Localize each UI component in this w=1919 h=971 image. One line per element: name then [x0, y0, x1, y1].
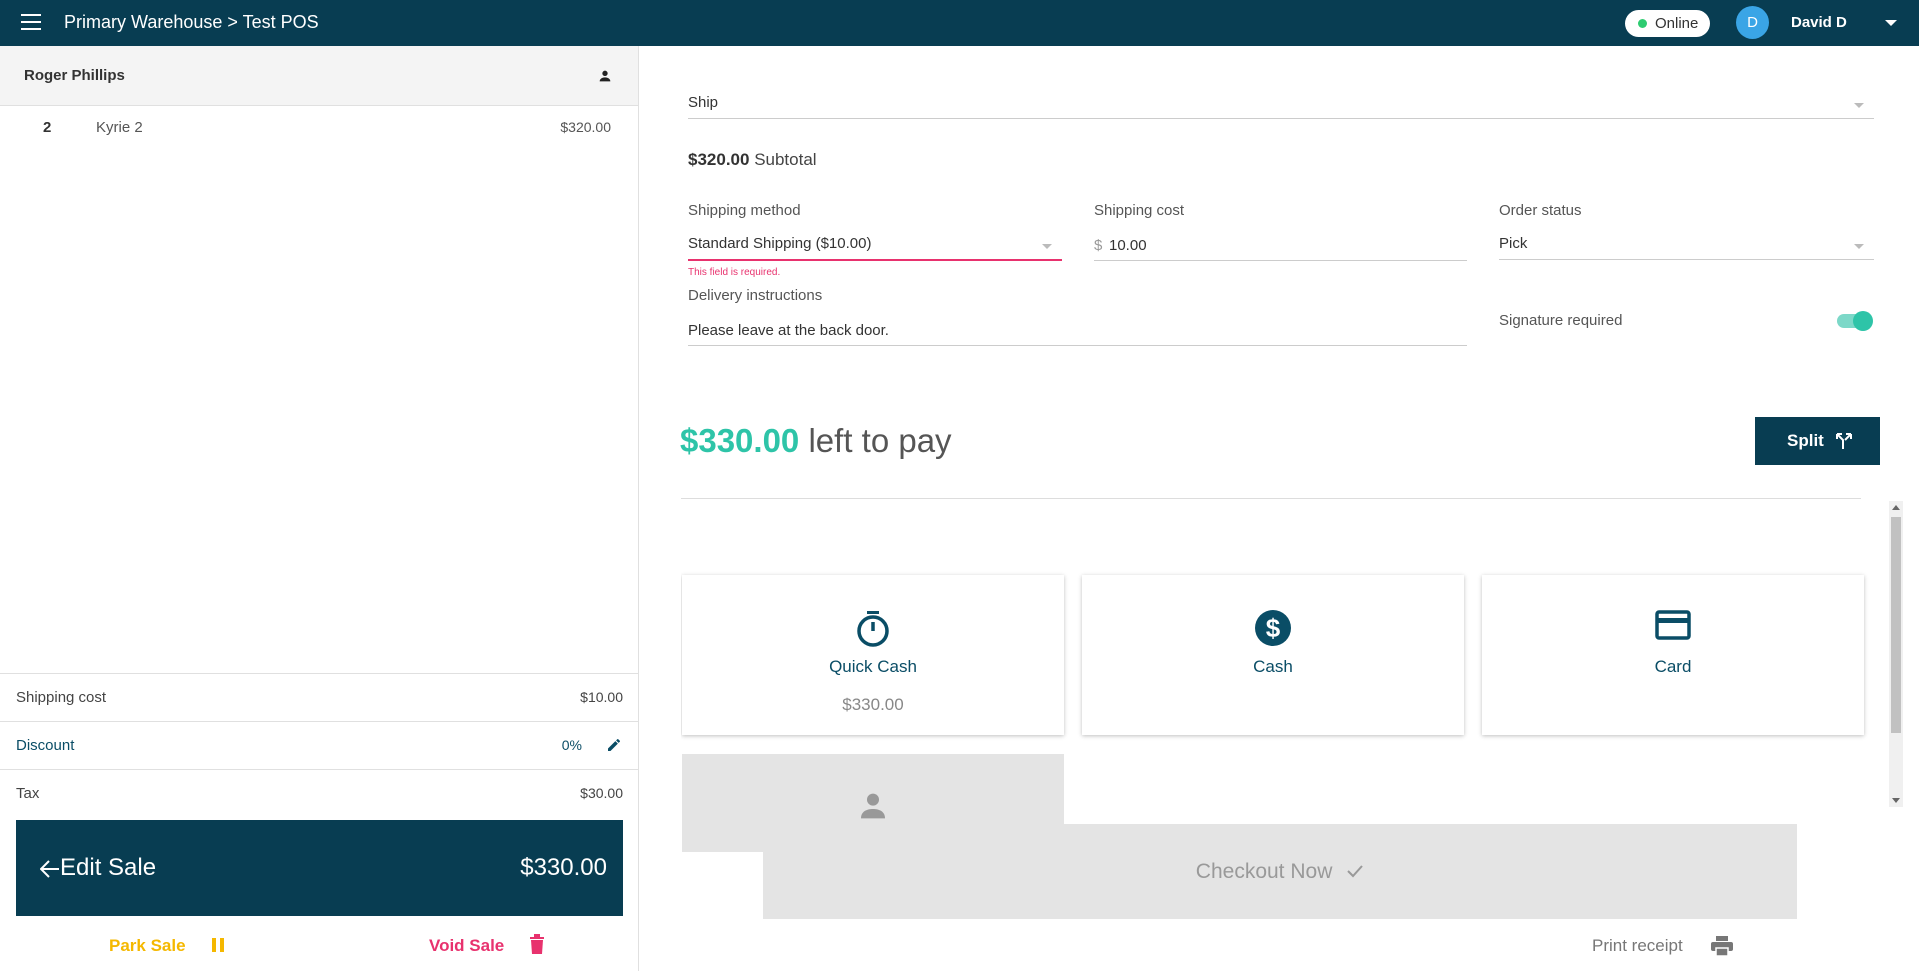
park-sale-button[interactable]: Park Sale [109, 936, 186, 956]
order-status-label: Order status [1499, 202, 1582, 219]
shipping-method-select[interactable]: Standard Shipping ($10.00) [688, 235, 871, 252]
cash-button[interactable]: $ Cash [1082, 575, 1464, 735]
subtotal-label: Subtotal [754, 150, 817, 169]
checkmark-icon [1347, 865, 1363, 878]
checkout-now-label: Checkout Now [763, 860, 1797, 884]
checkout-now-text: Checkout Now [1195, 860, 1333, 883]
hamburger-menu-icon[interactable] [21, 14, 41, 32]
split-label: Split [1787, 431, 1824, 450]
card-button[interactable]: Card [1482, 575, 1864, 735]
avatar[interactable]: D [1736, 6, 1769, 39]
delivery-instructions-label: Delivery instructions [688, 287, 823, 304]
shipping-cost-underline [1094, 260, 1467, 261]
left-to-pay: $330.00 left to pay [680, 422, 952, 460]
shipping-cost-currency: $ [1094, 237, 1103, 254]
subtotal-amount: $320.00 [688, 150, 750, 169]
item-price: $320.00 [560, 119, 611, 135]
checkout-panel: Ship $320.00 Subtotal Shipping method St… [640, 46, 1919, 971]
order-status-caret-icon[interactable] [1854, 244, 1864, 249]
printer-icon[interactable] [1711, 936, 1733, 956]
order-status-select[interactable]: Pick [1499, 235, 1527, 252]
page-title: Primary Warehouse > Test POS [64, 12, 319, 32]
discount-label: Discount [16, 737, 75, 754]
shipping-method-label: Shipping method [688, 202, 801, 219]
shipping-method-underline [688, 259, 1062, 261]
scrollbar-thumb[interactable] [1891, 517, 1901, 733]
order-status-underline [1499, 259, 1874, 260]
cart-panel: Roger Phillips 2 Kyrie 2 $320.00 Shippin… [0, 46, 639, 971]
shipping-cost-row: Shipping cost $10.00 [0, 673, 638, 721]
customer-person-icon[interactable] [597, 68, 613, 84]
shipping-cost-field-label: Shipping cost [1094, 202, 1185, 219]
scroll-up-icon[interactable] [1892, 505, 1900, 510]
shipping-cost-value: $10.00 [580, 689, 623, 705]
quick-cash-label: Quick Cash [829, 657, 917, 676]
shipping-method-error: This field is required. [688, 267, 781, 278]
quick-cash-amount: $330.00 [842, 695, 904, 714]
subtotal: $320.00 Subtotal [688, 150, 817, 170]
status-label: Online [1655, 15, 1699, 32]
left-to-pay-amount: $330.00 [680, 422, 800, 459]
edit-sale-label: Edit Sale [60, 854, 157, 881]
customer-row[interactable]: Roger Phillips [0, 46, 638, 106]
svg-text:$: $ [1266, 613, 1281, 643]
arrow-left-icon [40, 860, 59, 878]
print-receipt-button[interactable]: Print receipt [1592, 936, 1683, 956]
item-qty: 2 [43, 119, 52, 136]
list-item[interactable]: 2 Kyrie 2 $320.00 [0, 106, 638, 151]
trash-icon[interactable] [530, 934, 544, 954]
credit-card-icon [1655, 610, 1691, 640]
fulfillment-select[interactable]: Ship [688, 94, 718, 111]
shipping-method-caret-icon[interactable] [1042, 244, 1052, 249]
delivery-instructions-underline [688, 345, 1467, 346]
top-bar: Primary Warehouse > Test POS Online D Da… [0, 0, 1919, 46]
divider [681, 498, 1861, 499]
customer-name: Roger Phillips [24, 67, 125, 84]
tax-value: $30.00 [580, 785, 623, 801]
online-status-badge: Online [1625, 10, 1710, 37]
shipping-cost-input[interactable]: 10.00 [1109, 237, 1147, 254]
split-icon [1836, 433, 1852, 449]
stopwatch-icon [857, 611, 889, 647]
scroll-down-icon[interactable] [1892, 798, 1900, 803]
delivery-instructions-input[interactable]: Please leave at the back door. [688, 322, 889, 339]
item-name: Kyrie 2 [96, 119, 143, 136]
payment-methods: Quick Cash $330.00 $ Cash Card Account C… [681, 502, 1881, 852]
dollar-circle-icon: $ [1255, 610, 1291, 646]
user-name[interactable]: David D [1791, 14, 1847, 31]
payment-methods-scrollbar[interactable] [1889, 501, 1903, 807]
edit-sale-button[interactable]: Edit Sale $330.00 [16, 820, 623, 916]
tax-row: Tax $30.00 [0, 769, 638, 817]
toggle-knob [1853, 311, 1873, 331]
sale-total: $330.00 [520, 854, 607, 881]
left-to-pay-label: left to pay [808, 422, 952, 459]
discount-row[interactable]: Discount 0% [0, 721, 638, 769]
cash-label: Cash [1253, 657, 1293, 676]
user-menu-caret-icon[interactable] [1885, 20, 1897, 26]
signature-required-label: Signature required [1499, 312, 1623, 329]
shipping-cost-label: Shipping cost [16, 689, 107, 706]
status-dot-icon [1638, 19, 1647, 28]
void-sale-button[interactable]: Void Sale [429, 936, 504, 956]
tax-label: Tax [16, 785, 40, 802]
edit-discount-pencil-icon[interactable] [606, 737, 622, 753]
card-label: Card [1654, 657, 1692, 676]
fulfillment-underline [688, 118, 1874, 119]
quick-cash-button[interactable]: Quick Cash $330.00 [682, 575, 1064, 735]
pause-icon[interactable] [211, 937, 225, 953]
checkout-now-button[interactable]: Checkout Now [763, 824, 1797, 919]
person-icon [861, 793, 885, 819]
split-button[interactable]: Split [1755, 417, 1880, 465]
signature-required-toggle[interactable] [1837, 311, 1873, 331]
fulfillment-caret-icon[interactable] [1854, 103, 1864, 108]
discount-value: 0% [561, 737, 582, 753]
